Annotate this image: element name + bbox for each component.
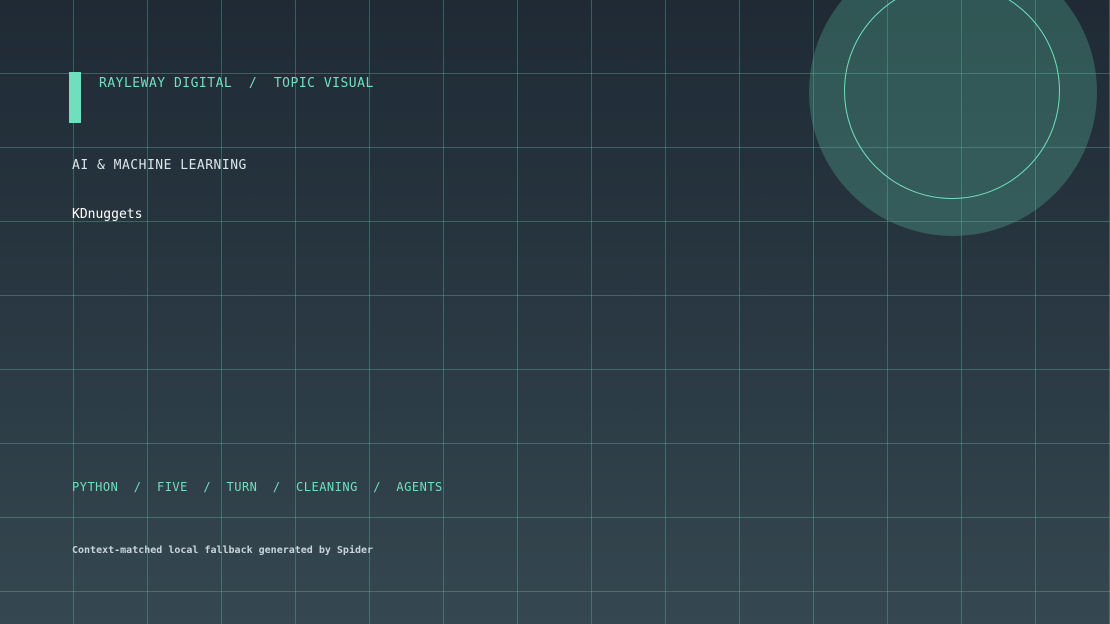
source-name: KDnuggets [72,207,143,222]
category-label: AI & MACHINE LEARNING [72,158,247,173]
topic-tags: PYTHON / FIVE / TURN / CLEANING / AGENTS [72,480,443,494]
footer-note: Context-matched local fallback generated… [72,545,374,556]
accent-bar [69,72,81,123]
header-kicker: RAYLEWAY DIGITAL / TOPIC VISUAL [99,76,374,91]
